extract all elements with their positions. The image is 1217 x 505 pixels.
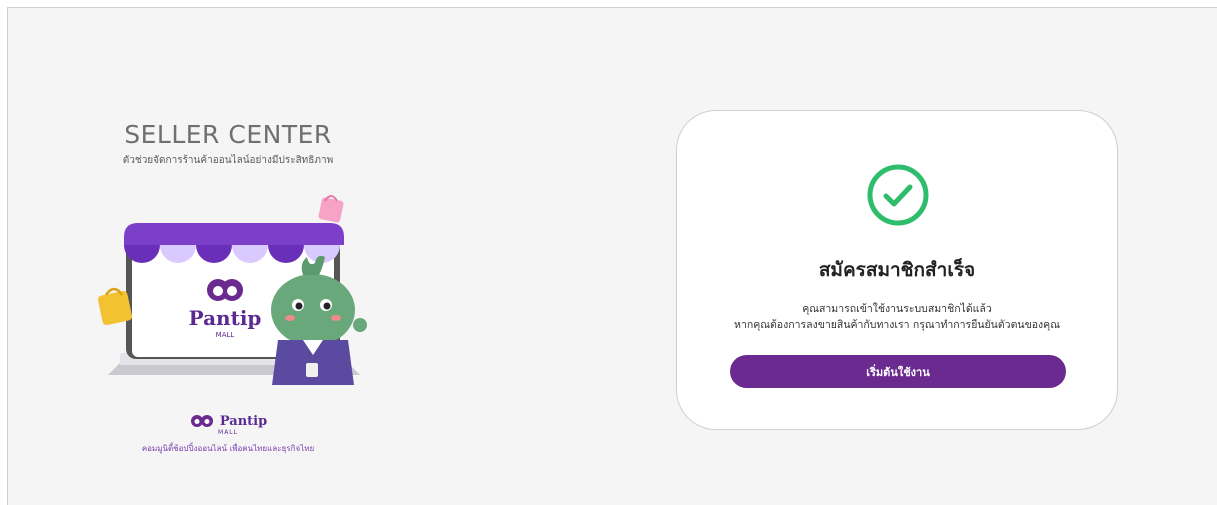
footer-pantip-icon xyxy=(190,414,213,427)
pantip-logo-icon xyxy=(207,279,243,301)
start-button[interactable]: เริ่มต้นใช้งาน xyxy=(730,355,1066,388)
success-message-line-1: คุณสามารถเข้าใช้งานระบบสมาชิกได้แล้ว xyxy=(802,303,992,315)
footer-tagline: คอมมูนิตี้ช้อปปิ้งออนไลน์ เพื่อคนไทยและธ… xyxy=(141,444,315,453)
success-card: สมัครสมาชิกสำเร็จ คุณสามารถเข้าใช้งานระบ… xyxy=(676,110,1118,430)
footer-logo-mall: MALL xyxy=(218,429,238,436)
page-background: SELLER CENTER ตัวช่วยจัดการร้านค้าออนไลน… xyxy=(7,7,1217,505)
seller-center-title: SELLER CENTER xyxy=(124,120,332,149)
footer-logo: Pantip MALL คอมมูนิตี้ช้อปปิ้งออนไลน์ เพ… xyxy=(93,410,363,455)
success-title: สมัครสมาชิกสำเร็จ xyxy=(818,259,976,281)
storefront-illustration: Pantip MALL xyxy=(98,195,367,385)
pink-bag-icon xyxy=(318,195,344,223)
success-message-line-2: หากคุณต้องการลงขายสินค้ากับทางเรา กรุณาท… xyxy=(734,319,1060,331)
screen-logo-mall: MALL xyxy=(216,331,235,339)
brand-panel: SELLER CENTER ตัวช่วยจัดการร้านค้าออนไลน… xyxy=(93,120,367,453)
seller-center-subtitle: ตัวช่วยจัดการร้านค้าออนไลน์อย่างมีประสิท… xyxy=(122,155,334,166)
success-message: คุณสามารถเข้าใช้งานระบบสมาชิกได้แล้ว หาก… xyxy=(677,301,1117,333)
footer-logo-name: Pantip xyxy=(219,414,268,429)
screen-logo-name: Pantip xyxy=(189,306,262,330)
check-circle-icon xyxy=(867,164,929,226)
